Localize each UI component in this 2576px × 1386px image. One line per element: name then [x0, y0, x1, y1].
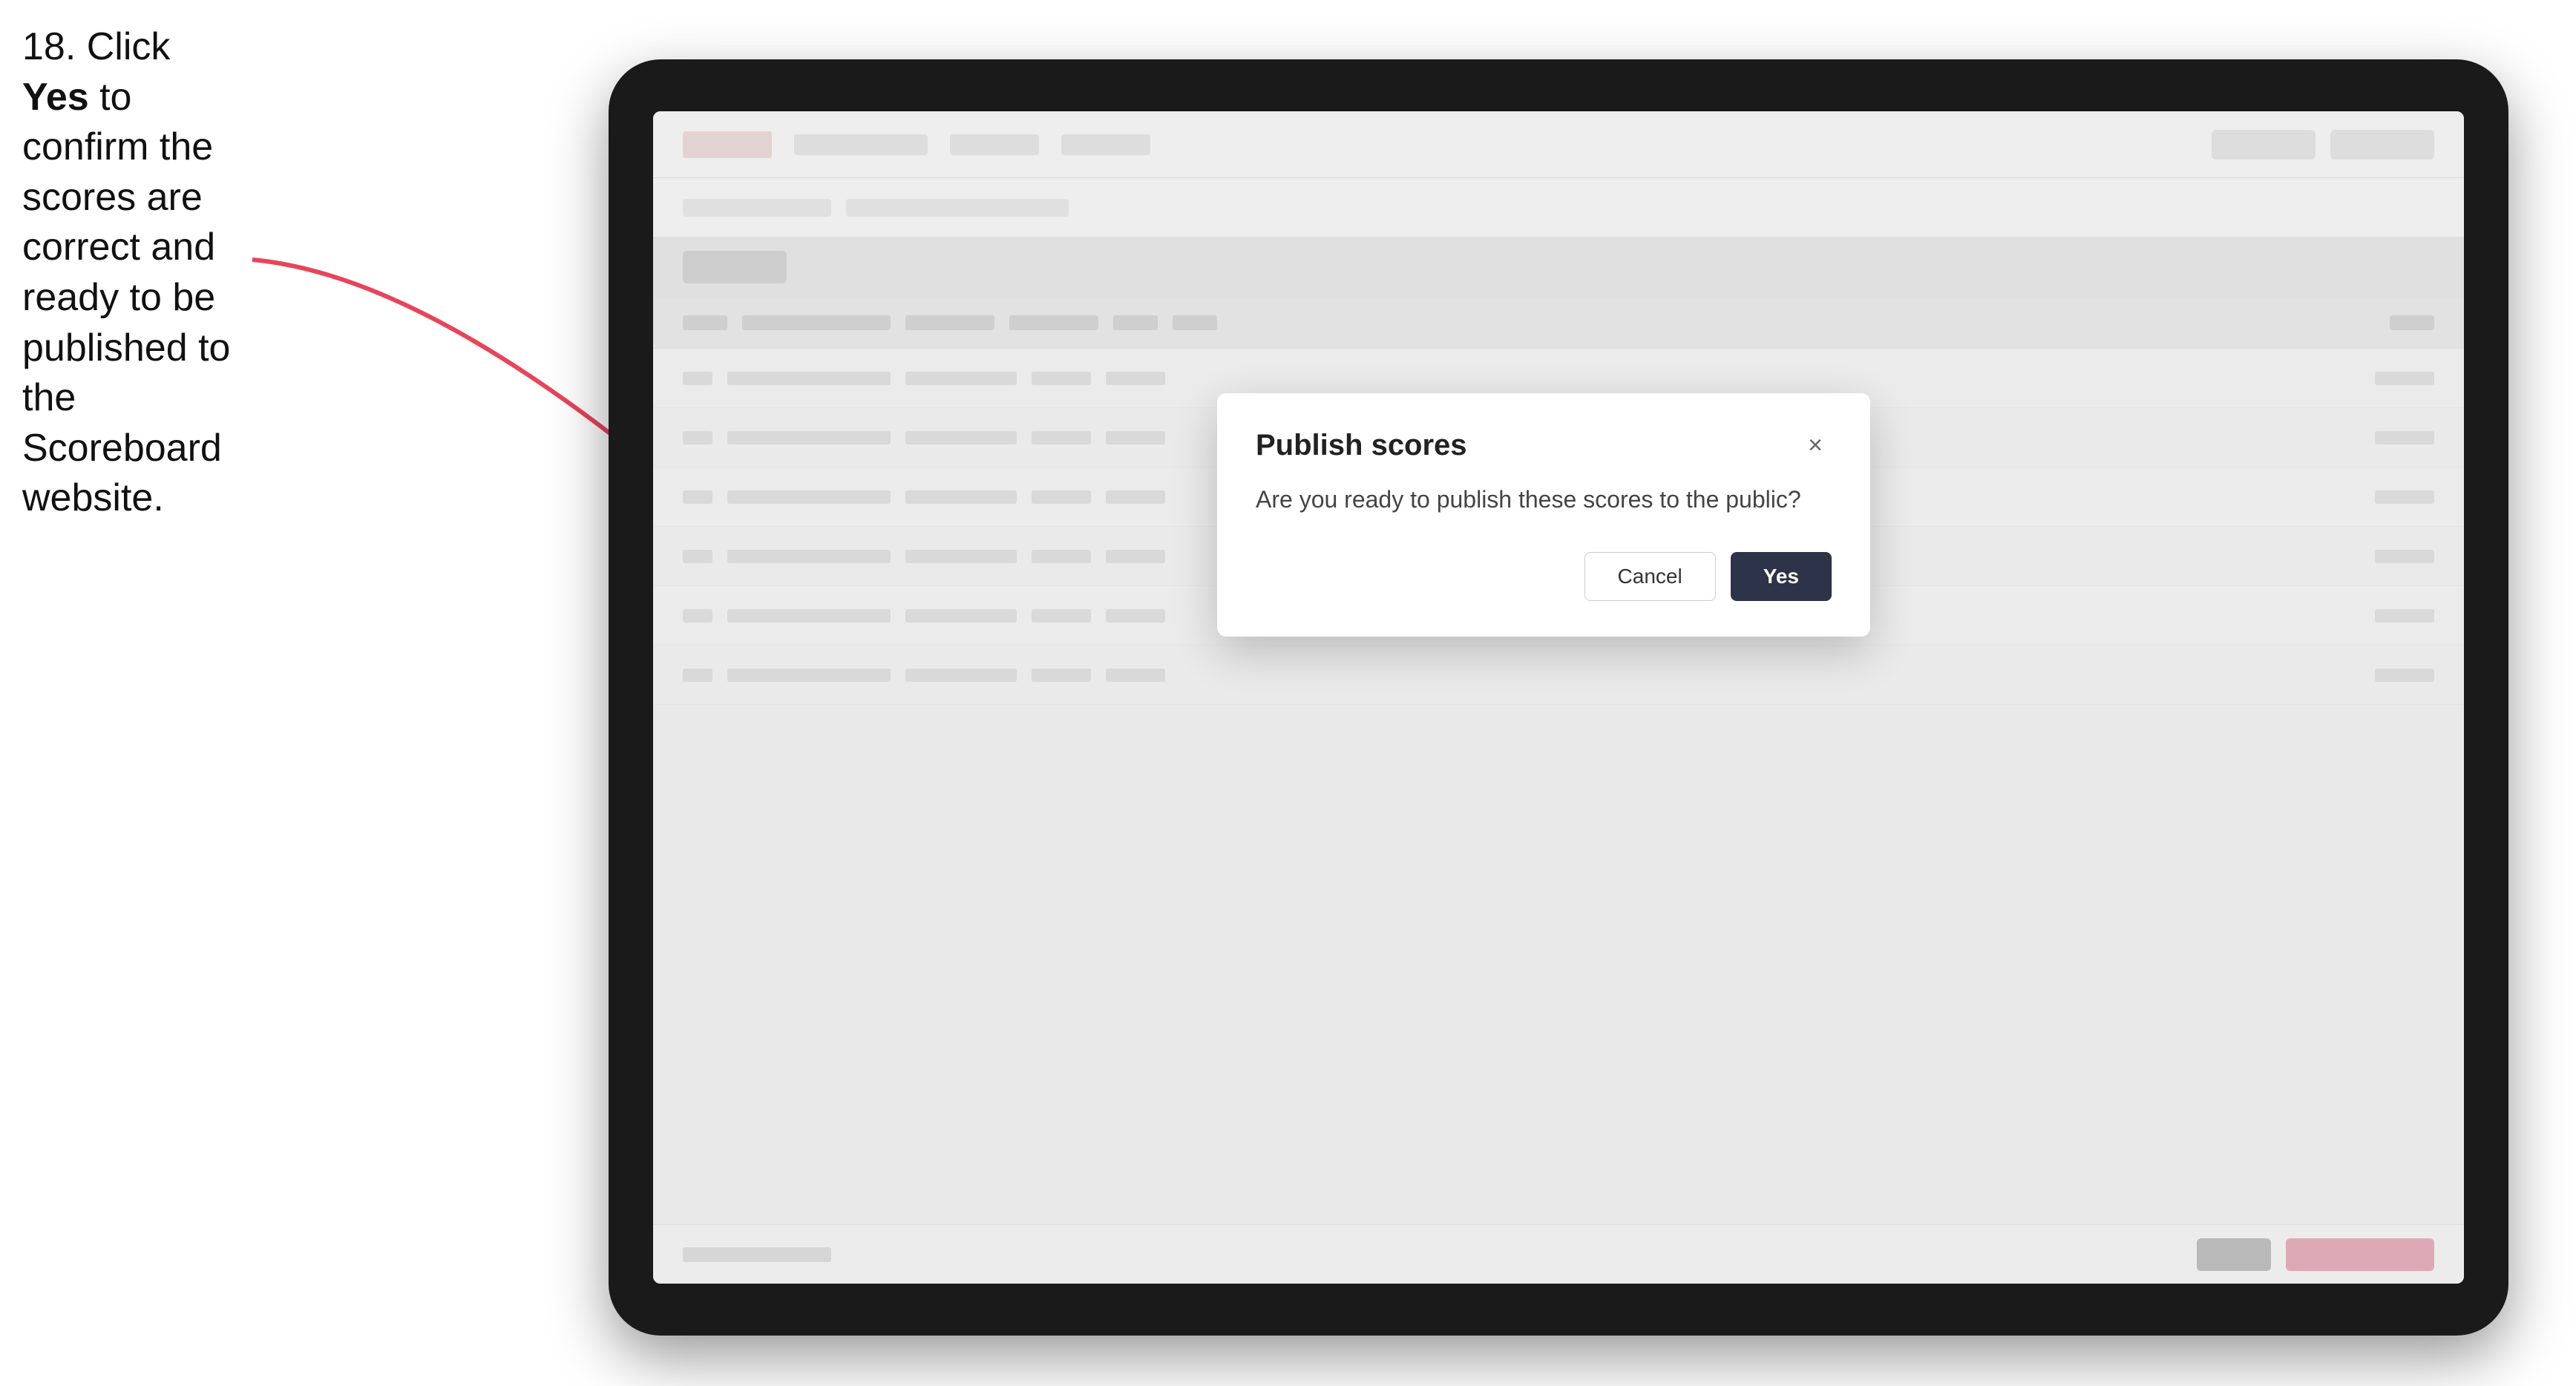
modal-title: Publish scores — [1256, 429, 1467, 462]
instruction-rest: to confirm the scores are correct and re… — [22, 76, 230, 520]
tablet-screen: Publish scores × Are you ready to publis… — [653, 111, 2464, 1284]
modal-close-button[interactable]: × — [1799, 430, 1832, 462]
modal-body-text: Are you ready to publish these scores to… — [1256, 483, 1832, 516]
modal-overlay: Publish scores × Are you ready to publis… — [653, 111, 2464, 1284]
instruction-text: 18. Click Yes to confirm the scores are … — [22, 22, 237, 524]
tablet-device: Publish scores × Are you ready to publis… — [609, 59, 2508, 1336]
publish-scores-modal: Publish scores × Are you ready to publis… — [1217, 393, 1870, 637]
yes-emphasis: Yes — [22, 76, 89, 119]
instruction-click: Click — [87, 25, 171, 68]
step-number: 18. — [22, 25, 76, 68]
modal-footer: Cancel Yes — [1256, 552, 1832, 601]
modal-header: Publish scores × — [1256, 429, 1832, 462]
cancel-button[interactable]: Cancel — [1584, 552, 1716, 601]
yes-button[interactable]: Yes — [1731, 552, 1832, 601]
